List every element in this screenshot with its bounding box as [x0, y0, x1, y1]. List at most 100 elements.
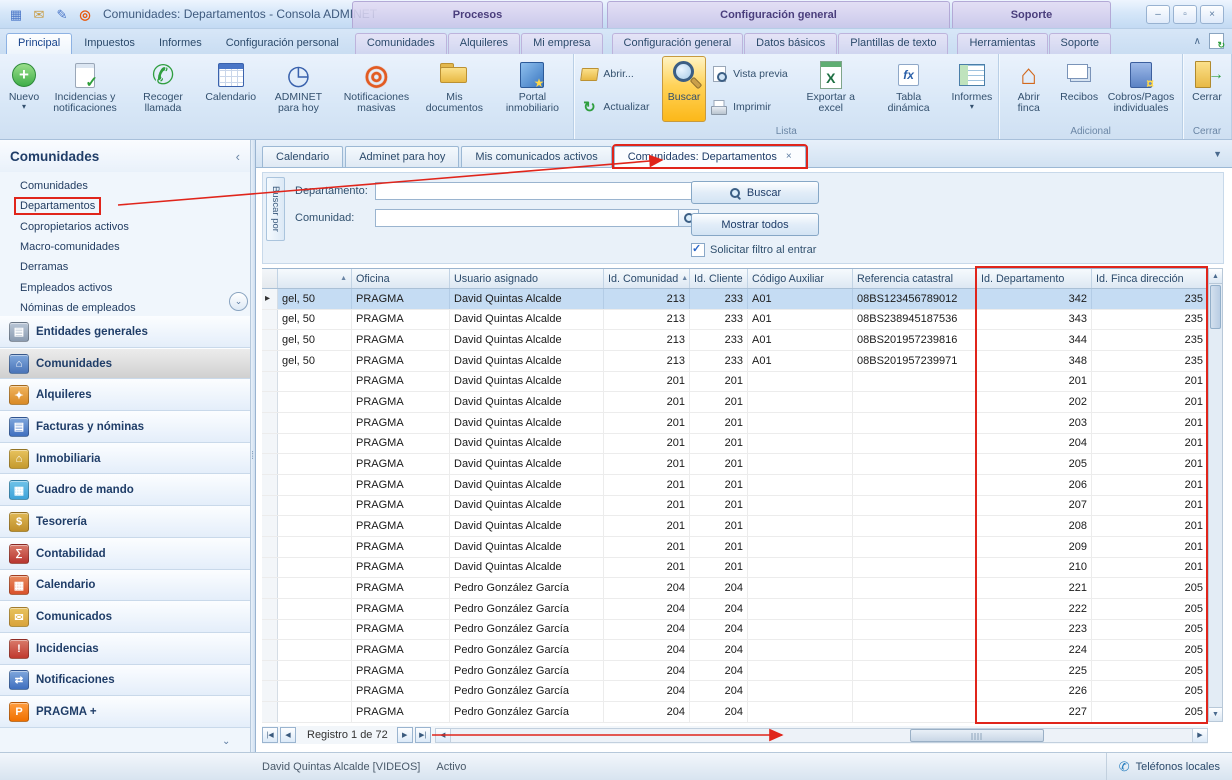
sidebar-nav-item[interactable]: PRAGMA + — [0, 696, 250, 728]
column-header-id-cliente[interactable]: Id. Cliente — [690, 269, 748, 288]
document-tab[interactable]: Mis comunicados activos — [461, 146, 611, 167]
table-row[interactable]: PRAGMA David Quintas Alcalde 201 201 204… — [262, 434, 1208, 455]
vista-previa-button[interactable]: Vista previa — [706, 63, 792, 85]
ribbon-tab[interactable]: Configuración personal — [214, 33, 351, 54]
mostrar-todos-button[interactable]: Mostrar todos — [691, 213, 819, 236]
cobros-pagos-button[interactable]: Cobros/Pagos individuales — [1102, 56, 1180, 122]
scroll-up-icon[interactable]: ▲ — [1209, 269, 1222, 284]
help-icon[interactable] — [1209, 33, 1224, 49]
nuevo-button[interactable]: Nuevo — [2, 56, 46, 122]
column-header-usuario[interactable]: Usuario asignado — [450, 269, 604, 288]
filter-checkbox-box[interactable] — [691, 243, 705, 257]
abrir-finca-button[interactable]: Abrir finca — [1001, 56, 1056, 122]
notificaciones-masivas-button[interactable]: Notificaciones masivas — [337, 56, 415, 122]
minimize-button[interactable]: – — [1146, 5, 1170, 24]
sidebar-nav-item[interactable]: Comunicados — [0, 601, 250, 633]
journal-icon[interactable] — [8, 7, 24, 22]
column-header-id-comunidad[interactable]: Id. Comunidad — [604, 269, 690, 288]
table-row[interactable]: PRAGMA Pedro González García 204 204 221… — [262, 578, 1208, 599]
cerrar-button[interactable]: Cerrar — [1185, 56, 1229, 122]
sidebar-nav-item[interactable]: Contabilidad — [0, 538, 250, 570]
buscar-filter-button[interactable]: Buscar — [691, 181, 819, 204]
ribbon-tab[interactable]: Datos básicos — [744, 33, 837, 54]
expand-list-icon[interactable]: ⌄ — [229, 292, 248, 311]
sidebar-nav-item[interactable]: Alquileres — [0, 379, 250, 411]
table-row[interactable]: gel, 50 PRAGMA David Quintas Alcalde 213… — [262, 310, 1208, 331]
incidencias-button[interactable]: Incidencias y notificaciones — [46, 56, 124, 122]
tab-list-chevron-icon[interactable]: ▼ — [1213, 149, 1222, 159]
sidebar-nav-item[interactable]: Facturas y nóminas — [0, 411, 250, 443]
adminet-para-hoy-button[interactable]: ADMINET para hoy — [259, 56, 337, 122]
table-row[interactable]: gel, 50 PRAGMA David Quintas Alcalde 213… — [262, 289, 1208, 310]
sidebar-nav-item[interactable]: Cuadro de mando — [0, 474, 250, 506]
column-header-id-finca[interactable]: Id. Finca dirección — [1092, 269, 1208, 288]
tabla-dinamica-button[interactable]: Tabla dinámica — [870, 56, 948, 122]
ribbon-tab[interactable]: Mi empresa — [521, 33, 602, 54]
table-row[interactable]: PRAGMA David Quintas Alcalde 201 201 201… — [262, 372, 1208, 393]
table-row[interactable]: gel, 50 PRAGMA David Quintas Alcalde 213… — [262, 330, 1208, 351]
table-row[interactable]: PRAGMA Pedro González García 204 204 225… — [262, 661, 1208, 682]
portal-inmobiliario-button[interactable]: Portal inmobiliario — [493, 56, 571, 122]
table-row[interactable]: PRAGMA David Quintas Alcalde 201 201 207… — [262, 496, 1208, 517]
previous-record-button[interactable] — [280, 727, 296, 743]
buscar-por-tab[interactable]: Buscar por — [266, 177, 285, 241]
sidebar-nav-item[interactable]: Incidencias — [0, 633, 250, 665]
mis-documentos-button[interactable]: Mis documentos — [415, 56, 493, 122]
table-row[interactable]: PRAGMA David Quintas Alcalde 201 201 210… — [262, 558, 1208, 579]
horizontal-scrollbar[interactable] — [435, 728, 1208, 743]
sidebar-link[interactable]: Macro-comunidades — [16, 237, 250, 257]
sidebar-nav-item[interactable]: Comunidades — [0, 348, 250, 380]
sidebar-nav-item[interactable]: Entidades generales — [0, 316, 250, 348]
sidebar-nav-item[interactable]: Tesorería — [0, 506, 250, 538]
local-phones-button[interactable]: ✆ Teléfonos locales — [1106, 753, 1232, 780]
table-row[interactable]: PRAGMA Pedro González García 204 204 222… — [262, 599, 1208, 620]
recoger-llamada-button[interactable]: Recoger llamada — [124, 56, 202, 122]
ribbon-tab[interactable]: Informes — [147, 33, 214, 54]
actualizar-button[interactable]: Actualizar — [576, 96, 662, 118]
ribbon-tab[interactable]: Plantillas de texto — [838, 33, 948, 54]
scroll-left-icon[interactable] — [436, 729, 451, 742]
informes-button[interactable]: Informes — [948, 56, 997, 122]
column-header-oficina[interactable]: Oficina — [352, 269, 450, 288]
ribbon-tab[interactable]: Principal — [6, 33, 72, 54]
close-button[interactable]: × — [1200, 5, 1224, 24]
document-tab[interactable]: Comunidades: Departamentos — [614, 146, 806, 167]
document-tab[interactable]: Calendario — [262, 146, 343, 167]
ribbon-tab[interactable]: Herramientas — [957, 33, 1047, 54]
sidebar-link[interactable]: Empleados activos — [16, 277, 250, 297]
table-row[interactable]: PRAGMA Pedro González García 204 204 224… — [262, 640, 1208, 661]
scroll-down-icon[interactable]: ▼ — [1209, 707, 1222, 721]
filter-input[interactable] — [375, 209, 679, 227]
table-row[interactable]: PRAGMA David Quintas Alcalde 201 201 203… — [262, 413, 1208, 434]
recibos-button[interactable]: Recibos — [1056, 56, 1102, 122]
document-tab[interactable]: Adminet para hoy — [345, 146, 459, 167]
ribbon-tab[interactable]: Alquileres — [448, 33, 520, 54]
filter-checkbox[interactable]: Solicitar filtro al entrar — [691, 243, 816, 257]
first-record-button[interactable] — [262, 727, 278, 743]
table-row[interactable]: PRAGMA Pedro González García 204 204 227… — [262, 702, 1208, 723]
calendario-button[interactable]: Calendario — [202, 56, 259, 122]
table-row[interactable]: gel, 50 PRAGMA David Quintas Alcalde 213… — [262, 351, 1208, 372]
column-header-direccion[interactable] — [278, 269, 352, 288]
collapse-ribbon-icon[interactable]: ∧ — [1194, 36, 1201, 47]
sidebar-nav-item[interactable]: Notificaciones — [0, 665, 250, 697]
last-record-button[interactable] — [415, 727, 431, 743]
sidebar-link[interactable]: Copropietarios activos — [16, 217, 250, 237]
collapse-sidebar-icon[interactable]: ‹ — [236, 149, 240, 164]
filter-input[interactable] — [375, 182, 699, 200]
table-row[interactable]: PRAGMA David Quintas Alcalde 201 201 206… — [262, 475, 1208, 496]
buscar-button[interactable]: Buscar — [662, 56, 706, 122]
column-header-codigo-auxiliar[interactable]: Código Auxiliar — [748, 269, 853, 288]
scroll-right-icon[interactable] — [1192, 729, 1207, 742]
close-tab-icon[interactable] — [786, 152, 792, 162]
column-header-referencia-catastral[interactable]: Referencia catastral — [853, 269, 977, 288]
ribbon-tab[interactable]: Configuración general — [612, 33, 744, 54]
table-row[interactable]: PRAGMA David Quintas Alcalde 201 201 205… — [262, 454, 1208, 475]
exportar-excel-button[interactable]: Exportar a excel — [792, 56, 870, 122]
ribbon-tab[interactable]: Comunidades — [355, 33, 447, 54]
sidebar-link[interactable]: Derramas — [16, 257, 250, 277]
vertical-scrollbar[interactable]: ▲ ▼ — [1208, 268, 1223, 722]
nav-options-chevron-icon[interactable]: ⌄ — [222, 736, 230, 747]
sidebar-nav-item[interactable]: Calendario — [0, 570, 250, 602]
sidebar-nav-item[interactable]: Inmobiliaria — [0, 443, 250, 475]
